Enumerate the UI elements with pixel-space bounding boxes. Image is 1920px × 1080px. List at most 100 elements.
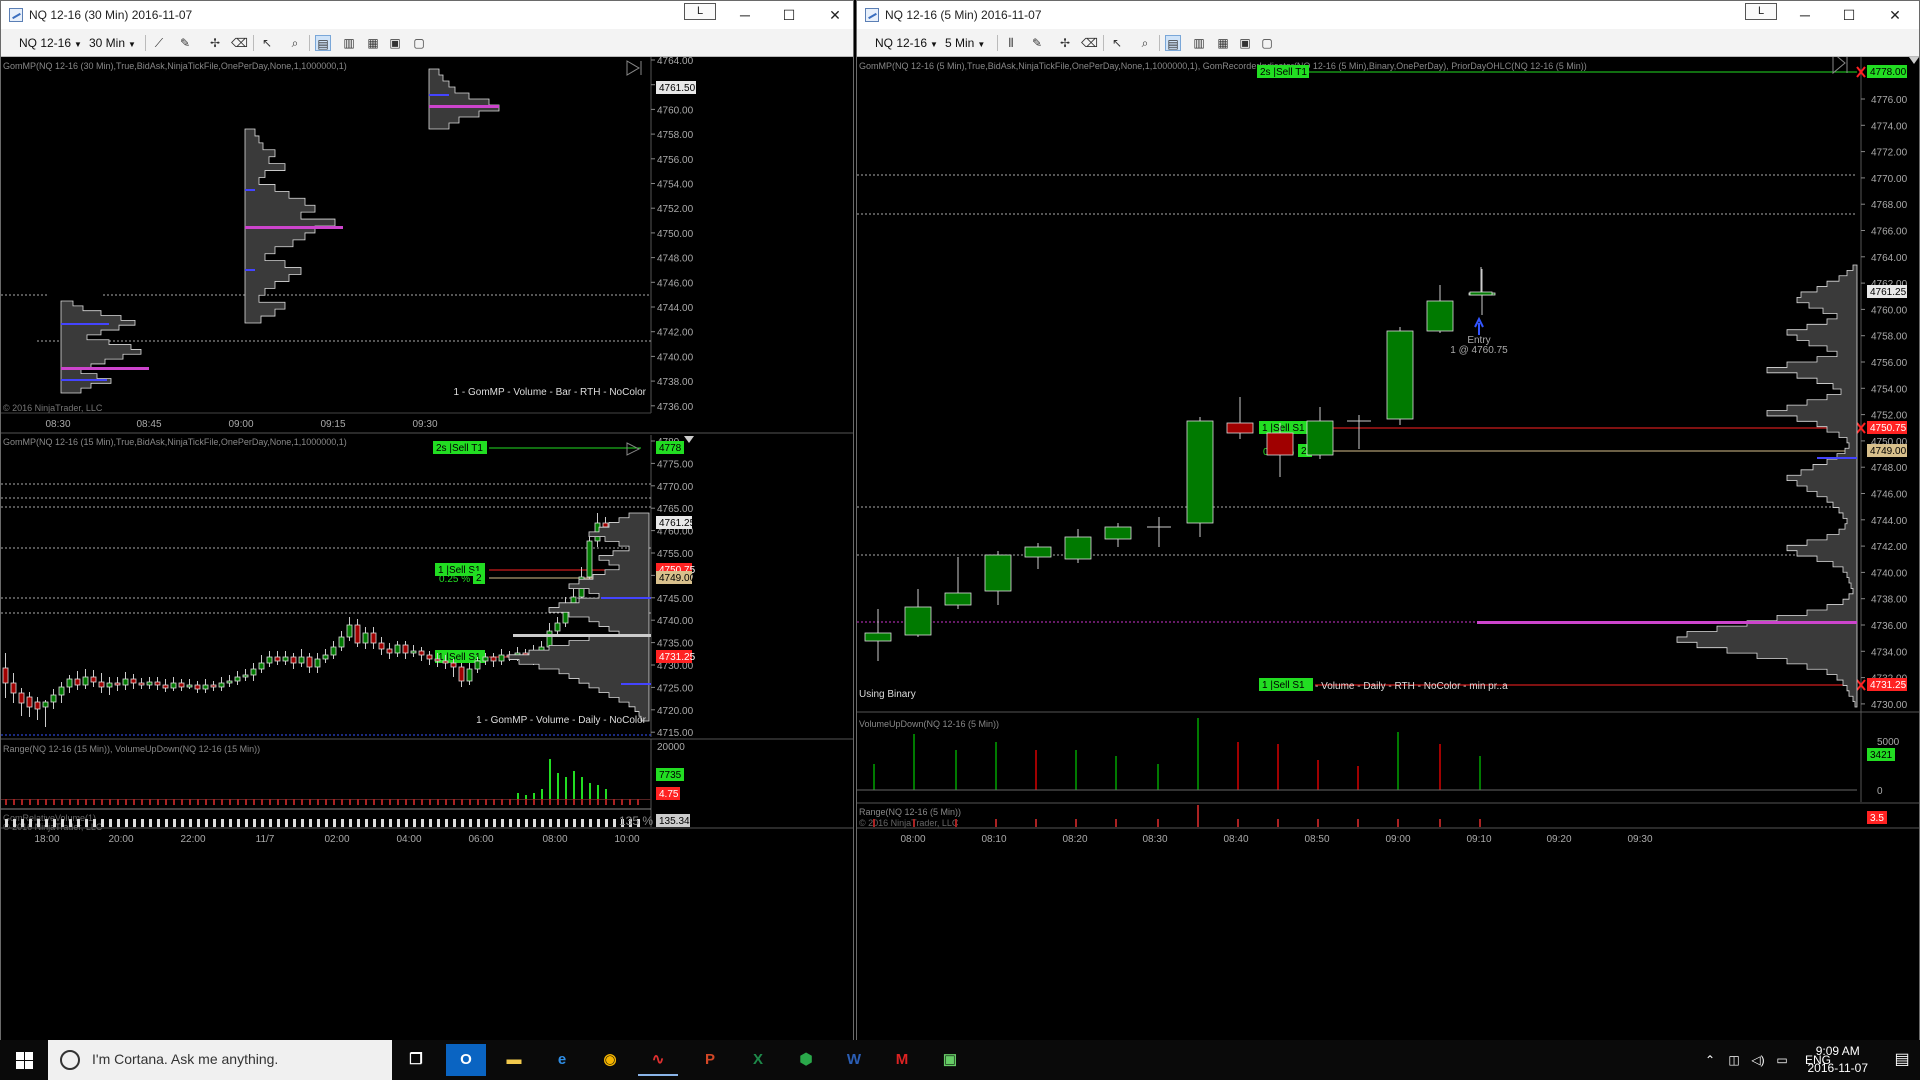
rel-volume-bar xyxy=(349,819,352,827)
price-tick-label: 4738.00 xyxy=(657,377,694,388)
crosshair-icon[interactable]: ✢ xyxy=(1057,35,1073,51)
file-explorer-icon[interactable]: ▬ xyxy=(494,1044,534,1076)
cortana-search-box[interactable]: I'm Cortana. Ask me anything. xyxy=(48,1040,392,1080)
price-candle xyxy=(490,656,497,662)
range-bar xyxy=(955,819,957,827)
value-area-high xyxy=(61,323,109,325)
network-icon[interactable]: ◫ xyxy=(1724,1040,1744,1080)
instrument-selector[interactable]: NQ 12-16 ▼ xyxy=(871,33,942,53)
pointer-icon[interactable]: ↖ xyxy=(1109,35,1125,51)
start-button[interactable] xyxy=(0,1040,48,1080)
template-icon[interactable]: ▣ xyxy=(1237,35,1253,51)
indicators-icon[interactable]: ▤ xyxy=(315,35,331,51)
price-candle xyxy=(10,682,17,694)
rel-volume-bar xyxy=(189,819,192,827)
maximize-button[interactable]: ☐ xyxy=(771,4,807,26)
green-app-icon[interactable]: ▣ xyxy=(930,1044,970,1076)
zoom-icon[interactable]: ⌕ xyxy=(1137,35,1153,51)
volume-icon[interactable]: ◁) xyxy=(1748,1040,1768,1080)
range-bar xyxy=(1115,819,1117,827)
zoom-icon[interactable]: ⌕ xyxy=(287,35,303,51)
notifications-icon[interactable]: ▤ xyxy=(1888,1040,1916,1080)
price-candle xyxy=(944,592,972,606)
maximize-button[interactable]: ☐ xyxy=(1831,4,1867,26)
chrome-icon[interactable]: ◉ xyxy=(590,1044,630,1076)
drawing-tool-icon[interactable]: ✎ xyxy=(177,35,193,51)
minimize-button[interactable]: ─ xyxy=(1787,4,1823,26)
strategies-icon[interactable]: ▥ xyxy=(341,35,357,51)
eraser-icon[interactable]: ⌫ xyxy=(231,35,248,51)
range-bar xyxy=(541,799,543,805)
time-tick-label: 08:10 xyxy=(981,834,1006,845)
outlook-icon[interactable]: O xyxy=(446,1044,486,1076)
pointer-icon[interactable]: ↖ xyxy=(259,35,275,51)
range-bar xyxy=(157,799,159,805)
rel-volume-bar xyxy=(181,819,184,827)
volume-bar xyxy=(1397,732,1399,790)
time-tick-label: 22:00 xyxy=(180,834,205,845)
data-box-icon[interactable]: ▢ xyxy=(411,35,427,51)
rel-volume-bar xyxy=(421,819,424,827)
range-bar xyxy=(445,799,447,805)
range-bar xyxy=(21,799,23,805)
time-tick-label: 08:00 xyxy=(900,834,925,845)
chart-canvas-left[interactable]: GomMP(NQ 12-16 (30 Min),True,BidAsk,Ninj… xyxy=(1,57,854,1045)
scroll-end-icon xyxy=(626,442,641,456)
rel-volume-bar xyxy=(437,819,440,827)
range-bar xyxy=(389,799,391,805)
properties-icon[interactable]: ▦ xyxy=(365,35,381,51)
price-tick-label: 4766.00 xyxy=(1871,227,1908,238)
system-clock[interactable]: 9:09 AM 2016-11-07 xyxy=(1808,1043,1869,1077)
toolbar-divider xyxy=(253,35,254,51)
volume-bar xyxy=(597,785,599,799)
time-tick-label: 09:30 xyxy=(1627,834,1652,845)
volume-value-marker: 7735 xyxy=(659,770,682,781)
stop-price-marker: 4731.25 xyxy=(659,652,696,663)
keyboard-icon[interactable]: ▭ xyxy=(1772,1040,1792,1080)
range-bar xyxy=(1075,819,1077,827)
close-button[interactable]: ✕ xyxy=(1877,4,1913,26)
template-icon[interactable]: ▣ xyxy=(387,35,403,51)
eraser-icon[interactable]: ⌫ xyxy=(1081,35,1098,51)
chart-style-icon[interactable]: ⟋ xyxy=(151,35,167,51)
windows-logo-icon xyxy=(16,1052,24,1060)
tws-icon[interactable]: ⬢ xyxy=(786,1044,826,1076)
rel-volume-bar xyxy=(101,819,104,827)
price-candle xyxy=(1426,300,1454,332)
chart-canvas-right[interactable]: GomMP(NQ 12-16 (5 Min),True,BidAsk,Ninja… xyxy=(857,57,1920,1045)
properties-icon[interactable]: ▦ xyxy=(1215,35,1231,51)
chart-style-icon[interactable]: ⫴ xyxy=(1003,35,1019,51)
price-tick-label: 4764.00 xyxy=(657,57,694,67)
close-button[interactable]: ✕ xyxy=(817,4,853,26)
price-candle xyxy=(242,674,249,678)
word-icon[interactable]: W xyxy=(834,1044,874,1076)
ninjatrader-icon[interactable]: ∿ xyxy=(638,1044,678,1076)
range-bar xyxy=(493,799,495,805)
strategies-icon[interactable]: ▥ xyxy=(1191,35,1207,51)
powerpoint-icon[interactable]: P xyxy=(690,1044,730,1076)
price-tick-label: 4720.00 xyxy=(657,706,694,717)
range-panel-label: Range(NQ 12-16 (5 Min)) xyxy=(859,807,961,817)
tray-chevron-icon[interactable]: ⌃ xyxy=(1700,1040,1720,1080)
price-tick-label: 4756.00 xyxy=(1871,358,1908,369)
panel-menu-icon xyxy=(684,436,694,443)
excel-icon[interactable]: X xyxy=(738,1044,778,1076)
task-view-icon[interactable]: ❐ xyxy=(396,1044,436,1076)
range-bar xyxy=(149,799,151,805)
link-button[interactable]: L xyxy=(684,3,716,20)
instrument-selector[interactable]: NQ 12-16 ▼ xyxy=(15,33,86,53)
rel-volume-bar xyxy=(445,819,448,827)
price-tick-label: 4750.00 xyxy=(657,229,694,240)
crosshair-icon[interactable]: ✢ xyxy=(207,35,223,51)
interval-selector[interactable]: 5 Min ▼ xyxy=(941,33,989,53)
drawing-tool-icon[interactable]: ✎ xyxy=(1029,35,1045,51)
edge-icon[interactable]: e xyxy=(542,1044,582,1076)
mcafee-icon[interactable]: M xyxy=(882,1044,922,1076)
interval-selector[interactable]: 30 Min ▼ xyxy=(85,33,140,53)
link-button[interactable]: L xyxy=(1745,3,1777,20)
data-box-icon[interactable]: ▢ xyxy=(1259,35,1275,51)
minimize-button[interactable]: ─ xyxy=(727,4,763,26)
price-candle xyxy=(210,684,217,688)
indicators-icon[interactable]: ▤ xyxy=(1165,35,1181,51)
rel-volume-bar xyxy=(557,819,560,827)
